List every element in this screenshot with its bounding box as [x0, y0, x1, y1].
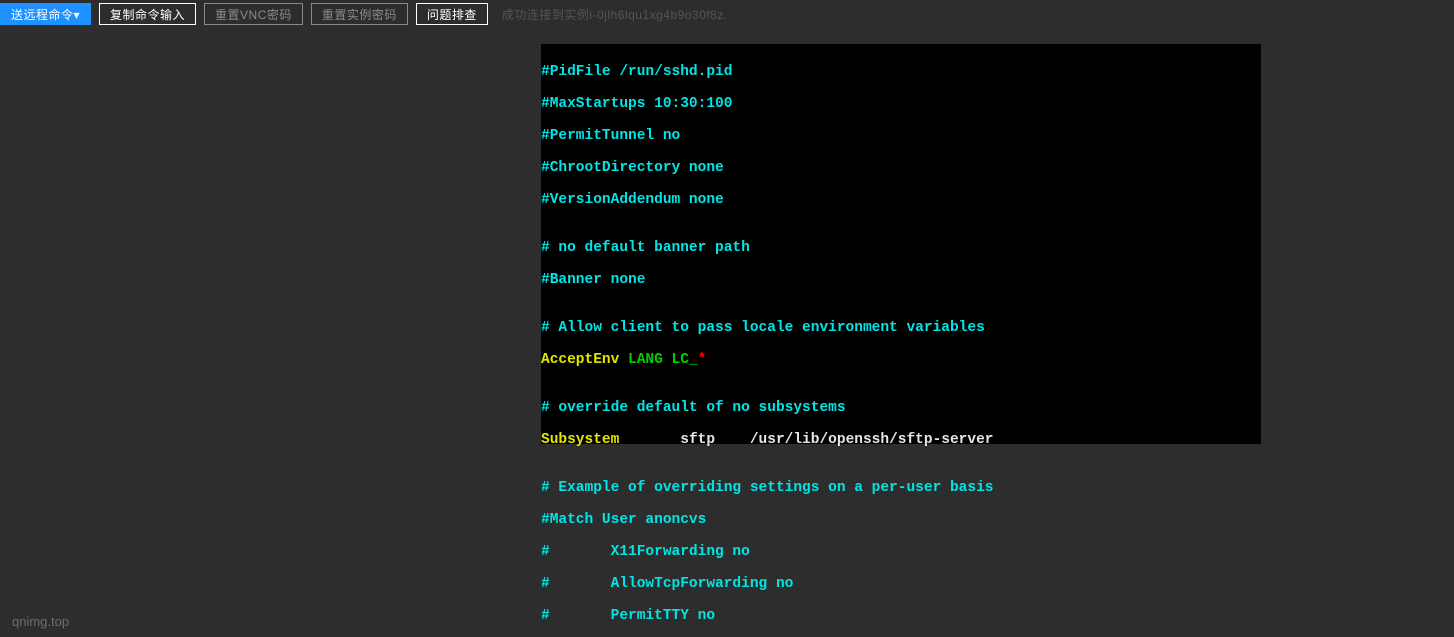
terminal-line: # no default banner path [541, 240, 1261, 256]
terminal-line: #Banner none [541, 272, 1261, 288]
reset-vnc-password-button[interactable]: 重置VNC密码 [204, 3, 303, 25]
troubleshoot-button[interactable]: 问题排查 [416, 3, 488, 25]
terminal-line: # override default of no subsystems [541, 400, 1261, 416]
copy-command-input-button[interactable]: 复制命令输入 [99, 3, 196, 25]
watermark: qnimg.top [12, 614, 69, 629]
terminal-line: # X11Forwarding no [541, 544, 1261, 560]
send-remote-command-button[interactable]: 送远程命令▾ [0, 3, 91, 25]
toolbar: 送远程命令▾ 复制命令输入 重置VNC密码 重置实例密码 问题排查 成功连接到实… [0, 0, 1454, 28]
terminal[interactable]: #PidFile /run/sshd.pid #MaxStartups 10:3… [541, 44, 1261, 444]
terminal-line: # PermitTTY no [541, 608, 1261, 624]
terminal-line: #ChrootDirectory none [541, 160, 1261, 176]
terminal-line: #PermitTunnel no [541, 128, 1261, 144]
terminal-line: # AllowTcpForwarding no [541, 576, 1261, 592]
terminal-line: AcceptEnv LANG LC_* [541, 352, 1261, 368]
terminal-line: #PidFile /run/sshd.pid [541, 64, 1261, 80]
terminal-line: Subsystem sftp /usr/lib/openssh/sftp-ser… [541, 432, 1261, 448]
terminal-line: #VersionAddendum none [541, 192, 1261, 208]
terminal-line: #MaxStartups 10:30:100 [541, 96, 1261, 112]
reset-instance-password-button[interactable]: 重置实例密码 [311, 3, 408, 25]
connection-status: 成功连接到实例i-0jlh6lqu1xg4b9o30f8z. [502, 6, 728, 23]
terminal-line: #Match User anoncvs [541, 512, 1261, 528]
terminal-line: # Example of overriding settings on a pe… [541, 480, 1261, 496]
terminal-line: # Allow client to pass locale environmen… [541, 320, 1261, 336]
